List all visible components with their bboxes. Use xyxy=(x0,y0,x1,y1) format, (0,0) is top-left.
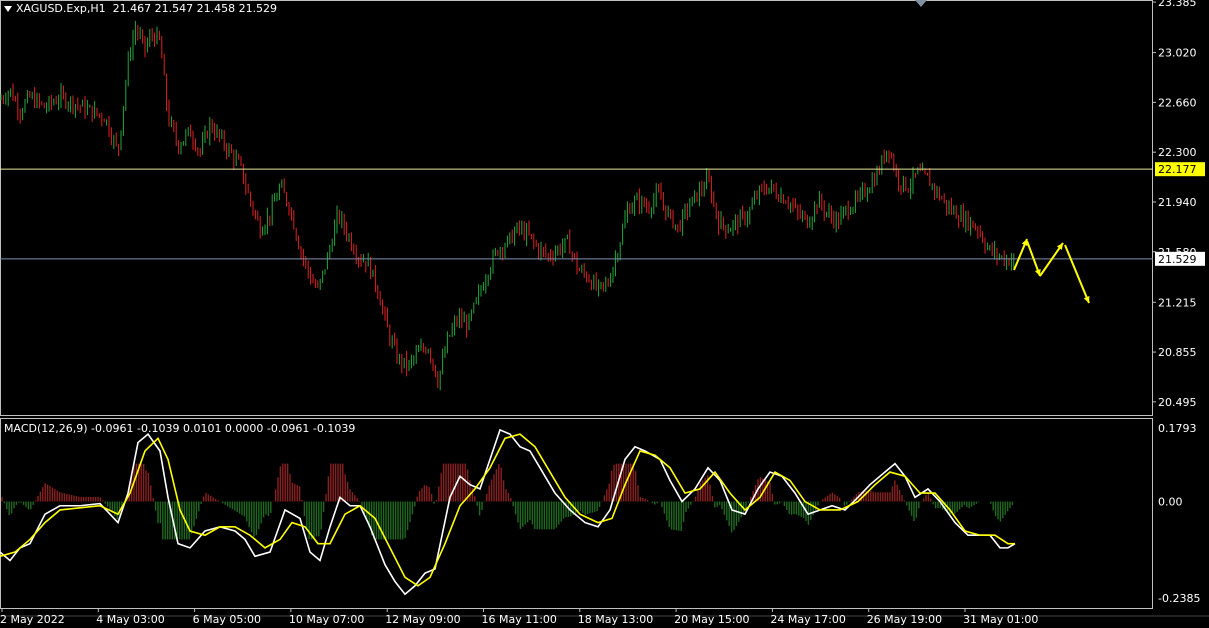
time-tick-label: 2 May 2022 xyxy=(0,613,65,626)
macd-tick-label: 0.00 xyxy=(1158,496,1183,509)
price-tick-label: 22.300 xyxy=(1158,146,1197,159)
time-tick-label: 18 May 13:00 xyxy=(578,613,653,626)
time-tick-label: 6 May 05:00 xyxy=(193,613,261,626)
price-tick-label: 23.020 xyxy=(1158,47,1197,60)
forecast-arrow-down-2[interactable] xyxy=(1064,244,1090,304)
level-price-label: 22.177 xyxy=(1158,163,1197,176)
price-tick-label: 23.385 xyxy=(1158,0,1197,9)
scroll-marker-icon[interactable] xyxy=(915,0,927,7)
time-tick-label: 10 May 07:00 xyxy=(289,613,364,626)
time-tick-label: 31 May 01:00 xyxy=(963,613,1038,626)
price-tick-label: 20.495 xyxy=(1158,396,1197,409)
time-tick-label: 12 May 09:00 xyxy=(385,613,460,626)
time-tick-label: 24 May 17:00 xyxy=(770,613,845,626)
time-tick-label: 16 May 11:00 xyxy=(482,613,557,626)
price-tick-label: 20.855 xyxy=(1158,346,1197,359)
macd-tick-label: 0.1793 xyxy=(1158,422,1197,435)
price-tick-label: 21.940 xyxy=(1158,196,1197,209)
macd-tick-label: -0.2385 xyxy=(1158,592,1200,605)
macd-signal-line xyxy=(0,433,1015,587)
price-tick-label: 22.660 xyxy=(1158,96,1197,109)
time-tick-label: 4 May 03:00 xyxy=(96,613,164,626)
chart-canvas[interactable]: 23.38523.02022.66022.30021.94021.58021.2… xyxy=(0,0,1209,628)
price-panel-frame xyxy=(0,0,1153,416)
current-price-label: 21.529 xyxy=(1158,253,1197,266)
time-tick-label: 26 May 19:00 xyxy=(867,613,942,626)
time-tick-label: 20 May 15:00 xyxy=(674,613,749,626)
macd-panel-frame xyxy=(0,418,1153,609)
macd-main-line xyxy=(0,428,1016,596)
price-tick-label: 21.215 xyxy=(1158,296,1197,309)
